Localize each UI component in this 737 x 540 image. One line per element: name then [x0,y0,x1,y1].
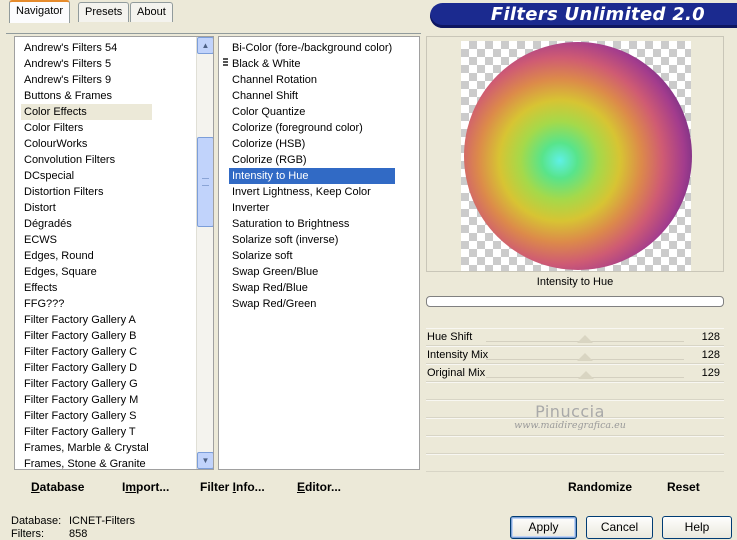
filter-item[interactable]: Swap Red/Blue [229,280,395,296]
category-item[interactable]: Filter Factory Gallery D [21,360,152,376]
category-item[interactable]: Edges, Round [21,248,152,264]
slider-thumb[interactable] [577,353,594,361]
scroll-down-button[interactable]: ▼ [197,452,213,469]
filter-item[interactable]: Intensity to Hue [229,168,396,184]
cancel-button[interactable]: Cancel [586,516,653,539]
preview-area [426,36,724,272]
filter-item[interactable]: Solarize soft [229,248,395,264]
chevron-down-icon: ▼ [201,456,210,465]
category-item[interactable]: Distort [21,200,152,216]
slider-row[interactable]: Original Mix 129 [426,364,724,382]
watermark: Pinuccia www.maidiregrafica.eu [510,402,630,431]
filter-item[interactable]: Channel Shift [229,88,395,104]
tab-navigator[interactable]: Navigator [9,0,71,23]
watermark-name: Pinuccia [535,402,605,421]
editor-button[interactable]: Editor... [297,480,341,494]
filter-item[interactable]: Solarize soft (inverse) [229,232,395,248]
drag-handle-icon [223,58,228,70]
category-item[interactable]: Convolution Filters [21,152,152,168]
grip-icon [202,178,209,186]
filter-list[interactable]: Bi-Color (fore-/background color) Black &… [229,40,396,312]
slider-label: Original Mix [427,367,486,379]
slider-thumb[interactable] [577,335,594,343]
randomize-button[interactable]: Randomize [568,480,632,494]
reset-button[interactable]: Reset [667,480,700,494]
slider-value: 128 [701,349,720,361]
category-item[interactable]: Filter Factory Gallery M [21,392,152,408]
category-item[interactable]: Filter Factory Gallery C [21,344,152,360]
tab-presets[interactable]: Presets [78,2,130,22]
category-item[interactable]: FFG??? [21,296,152,312]
category-item[interactable]: Distortion Filters [21,184,152,200]
category-item[interactable]: ColourWorks [21,136,152,152]
filter-item[interactable]: Color Quantize [229,104,395,120]
category-item[interactable]: Color Filters [21,120,152,136]
filter-item[interactable]: Channel Rotation [229,72,395,88]
filter-item[interactable]: Black & White [229,56,395,72]
slider-row[interactable]: Intensity Mix 128 [426,346,724,364]
slider-label: Intensity Mix [427,349,489,361]
import-button[interactable]: Import... [122,480,169,494]
filter-list-panel[interactable]: Bi-Color (fore-/background color) Black &… [218,36,420,470]
category-item[interactable]: ECWS [21,232,152,248]
category-item[interactable]: Andrew's Filters 5 [21,56,152,72]
slider-label: Hue Shift [427,331,473,343]
slider-thumb[interactable] [578,371,595,379]
app-title: Filters Unlimited 2.0 [490,4,705,25]
category-item[interactable]: Color Effects [21,104,152,120]
filter-item[interactable]: Swap Red/Green [229,296,395,312]
filter-item[interactable]: Inverter [229,200,395,216]
category-scrollbar[interactable]: ▲ ▼ [196,37,213,469]
progress-bar [426,296,724,307]
category-item[interactable]: Frames, Stone & Granite [21,456,152,469]
category-item[interactable]: Buttons & Frames [21,88,152,104]
slider-value: 128 [701,331,720,343]
tab-about[interactable]: About [130,2,173,22]
category-item[interactable]: Edges, Square [21,264,152,280]
preview-sphere-image [464,42,692,270]
filter-item[interactable]: Swap Green/Blue [229,264,395,280]
filters-count: 858 [69,528,88,540]
category-item[interactable]: Filter Factory Gallery B [21,328,152,344]
database-info: Database: ICNET-Filters [11,515,135,527]
category-item[interactable]: DCspecial [21,168,152,184]
filter-item[interactable]: Saturation to Brightness [229,216,395,232]
parameter-sliders[interactable]: Hue Shift 128 Intensity Mix 128 Original Mix… [426,328,724,382]
category-item[interactable]: Andrew's Filters 9 [21,72,152,88]
apply-button[interactable]: Apply [510,516,577,539]
category-item[interactable]: Filter Factory Gallery T [21,424,152,440]
category-item[interactable]: Filter Factory Gallery A [21,312,152,328]
scroll-up-button[interactable]: ▲ [197,37,213,54]
category-item[interactable]: Filter Factory Gallery G [21,376,152,392]
category-list[interactable]: Andrew's Filters 54 Andrew's Filters 5 And… [21,40,152,469]
database-button[interactable]: Database [31,480,84,494]
database-name: ICNET-Filters [69,515,135,527]
category-item[interactable]: Andrew's Filters 54 [21,40,152,56]
title-banner: Filters Unlimited 2.0 [430,3,737,28]
filter-item[interactable]: Colorize (foreground color) [229,120,395,136]
filter-item[interactable]: Colorize (HSB) [229,136,395,152]
filter-info-button[interactable]: Filter Info... [200,480,265,494]
category-item[interactable]: Effects [21,280,152,296]
slider-row[interactable]: Hue Shift 128 [426,328,724,346]
category-item[interactable]: Dégradés [21,216,152,232]
category-item[interactable]: Frames, Marble & Crystal [21,440,152,456]
category-item[interactable]: Filter Factory Gallery S [21,408,152,424]
filters-count-info: Filters: 858 [11,528,88,540]
tab-strip-divider [6,33,421,34]
scroll-thumb[interactable] [197,137,213,227]
filter-item[interactable]: Bi-Color (fore-/background color) [229,40,395,56]
preview-filter-name: Intensity to Hue [536,276,614,288]
transparency-checkerboard [461,41,692,271]
help-button[interactable]: Help [662,516,732,539]
chevron-up-icon: ▲ [201,41,210,50]
slider-value: 129 [701,367,720,379]
watermark-url: www.maidiregrafica.eu [514,420,626,431]
filter-item[interactable]: Colorize (RGB) [229,152,395,168]
filter-item[interactable]: Invert Lightness, Keep Color [229,184,395,200]
category-list-panel[interactable]: Andrew's Filters 54 Andrew's Filters 5 And… [14,36,214,470]
